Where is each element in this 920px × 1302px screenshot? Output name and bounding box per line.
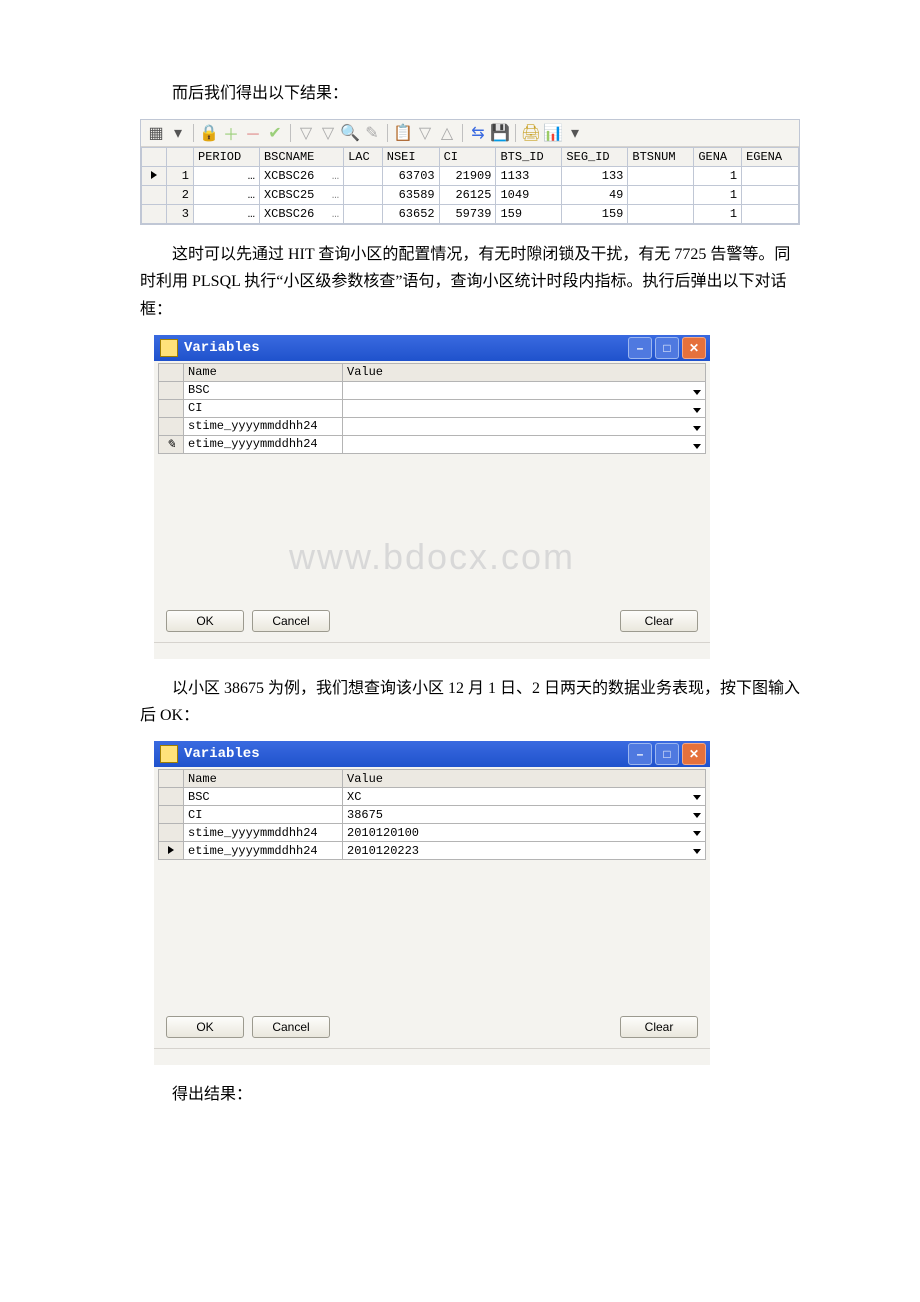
results-table[interactable]: PERIOD BSCNAME LAC NSEI CI BTS_ID SEG_ID… xyxy=(141,147,799,224)
filter-down2-icon[interactable]: ▽ xyxy=(319,124,337,142)
sort-desc-icon[interactable]: ▽ xyxy=(416,124,434,142)
variables-table[interactable]: Name Value BSCCIstime_yyyymmddhh24✎etime… xyxy=(158,363,706,454)
check-icon[interactable]: ✔ xyxy=(266,124,284,142)
col-btsid[interactable]: BTS_ID xyxy=(496,148,562,167)
var-col-name: Name xyxy=(184,770,343,788)
close-button[interactable]: ✕ xyxy=(682,337,706,359)
dialog-icon xyxy=(160,339,178,357)
col-ci[interactable]: CI xyxy=(439,148,496,167)
lock-icon[interactable]: 🔒 xyxy=(200,124,218,142)
print-icon[interactable]: 🖨 xyxy=(522,124,540,142)
dialog-title-text: Variables xyxy=(184,340,625,356)
variables-dialog-1: Variables – □ ✕ Name Value BSCCIstime_yy… xyxy=(154,335,710,659)
col-gena[interactable]: GENA xyxy=(694,148,742,167)
variable-row[interactable]: stime_yyyymmddhh242010120100 xyxy=(159,824,706,842)
cancel-button[interactable]: Cancel xyxy=(252,610,330,632)
close-button[interactable]: ✕ xyxy=(682,743,706,765)
col-rownum xyxy=(167,148,194,167)
variables-dialog-2: Variables – □ ✕ Name Value BSCXCCI38675s… xyxy=(154,741,710,1065)
maximize-button[interactable]: □ xyxy=(655,337,679,359)
ok-button[interactable]: OK xyxy=(166,610,244,632)
var-col-ind xyxy=(159,770,184,788)
variable-row[interactable]: etime_yyyymmddhh242010120223 xyxy=(159,842,706,860)
var-col-name: Name xyxy=(184,363,343,381)
col-period[interactable]: PERIOD xyxy=(194,148,260,167)
save-icon[interactable]: 💾 xyxy=(491,124,509,142)
paragraph-intro: 而后我们得出以下结果： xyxy=(0,80,920,107)
results-toolbar: ▦ ▾ 🔒 ＋ － ✔ ▽ ▽ 🔍 ✎ 📋 ▽ △ ⇆ 💾 🖨 📊 ▾ xyxy=(141,120,799,147)
query-results-panel: ▦ ▾ 🔒 ＋ － ✔ ▽ ▽ 🔍 ✎ 📋 ▽ △ ⇆ 💾 🖨 📊 ▾ xyxy=(140,119,800,225)
dialog-statusbar xyxy=(154,642,710,659)
sort-asc-icon[interactable]: △ xyxy=(438,124,456,142)
paragraph-3: 以小区 38675 为例，我们想查询该小区 12 月 1 日、2 日两天的数据业… xyxy=(0,675,920,729)
col-lac[interactable]: LAC xyxy=(344,148,383,167)
var-col-value: Value xyxy=(343,770,706,788)
minimize-button[interactable]: – xyxy=(628,337,652,359)
copy-icon[interactable]: 📋 xyxy=(394,124,412,142)
col-btsnum[interactable]: BTSNUM xyxy=(628,148,694,167)
variables-table[interactable]: Name Value BSCXCCI38675stime_yyyymmddhh2… xyxy=(158,769,706,860)
dialog-titlebar[interactable]: Variables – □ ✕ xyxy=(154,335,710,361)
variable-row[interactable]: BSC xyxy=(159,381,706,399)
table-row[interactable]: 3…XCBSC26 …63652597391591591 xyxy=(142,205,799,224)
ok-button[interactable]: OK xyxy=(166,1016,244,1038)
variable-row[interactable]: stime_yyyymmddhh24 xyxy=(159,417,706,435)
dialog-icon xyxy=(160,745,178,763)
edit-icon[interactable]: ✎ xyxy=(363,124,381,142)
minimize-button[interactable]: – xyxy=(628,743,652,765)
col-bscname[interactable]: BSCNAME xyxy=(259,148,343,167)
watermark: www.bdocx.com xyxy=(158,536,706,578)
chart-icon[interactable]: 📊 xyxy=(544,124,562,142)
dialog-titlebar[interactable]: Variables – □ ✕ xyxy=(154,741,710,767)
find-icon[interactable]: 🔍 xyxy=(341,124,359,142)
clear-button[interactable]: Clear xyxy=(620,1016,698,1038)
dialog-title-text: Variables xyxy=(184,746,625,762)
maximize-button[interactable]: □ xyxy=(655,743,679,765)
table-row[interactable]: 1…XCBSC26 …637032190911331331 xyxy=(142,167,799,186)
paragraph-2: 这时可以先通过 HIT 查询小区的配置情况，有无时隙闭锁及干扰，有无 7725 … xyxy=(0,241,920,323)
col-egena[interactable]: EGENA xyxy=(742,148,799,167)
clear-button[interactable]: Clear xyxy=(620,610,698,632)
filter-down-icon[interactable]: ▽ xyxy=(297,124,315,142)
variable-row[interactable]: CI xyxy=(159,399,706,417)
table-row[interactable]: 2…XCBSC25 …63589261251049491 xyxy=(142,186,799,205)
variable-row[interactable]: ✎etime_yyyymmddhh24 xyxy=(159,435,706,453)
grid-icon[interactable]: ▦ xyxy=(147,124,165,142)
col-segid[interactable]: SEG_ID xyxy=(562,148,628,167)
cancel-button[interactable]: Cancel xyxy=(252,1016,330,1038)
dropdown-icon[interactable]: ▾ xyxy=(169,124,187,142)
plus-icon[interactable]: ＋ xyxy=(222,124,240,142)
variable-row[interactable]: CI38675 xyxy=(159,806,706,824)
export-icon[interactable]: ⇆ xyxy=(469,124,487,142)
paragraph-4: 得出结果： xyxy=(0,1081,920,1108)
var-col-value: Value xyxy=(343,363,706,381)
variable-row[interactable]: BSCXC xyxy=(159,788,706,806)
minus-icon[interactable]: － xyxy=(244,124,262,142)
var-col-ind xyxy=(159,363,184,381)
dropdown2-icon[interactable]: ▾ xyxy=(566,124,584,142)
dialog-statusbar xyxy=(154,1048,710,1065)
col-nsei[interactable]: NSEI xyxy=(382,148,439,167)
col-indicator xyxy=(142,148,167,167)
